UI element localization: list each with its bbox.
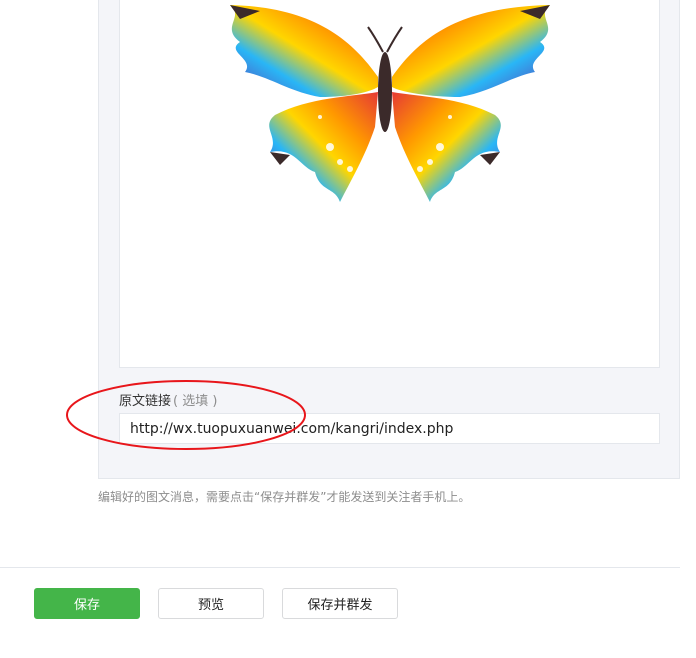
preview-button[interactable]: 预览: [158, 588, 264, 619]
source-link-input[interactable]: [119, 413, 660, 444]
butterfly-image: [230, 5, 550, 202]
source-link-label: 原文链接( 选填 ): [119, 390, 217, 409]
save-button[interactable]: 保存: [34, 588, 140, 619]
optional-hint: ( 选填 ): [173, 394, 218, 409]
hint-text: 编辑好的图文消息，需要点击“保存并群发”才能发送到关注者手机上。: [98, 490, 471, 504]
divider: [0, 567, 680, 568]
source-link-label-text: 原文链接: [119, 394, 172, 409]
save-and-send-button[interactable]: 保存并群发: [282, 588, 398, 619]
cover-image-area: [119, 0, 660, 368]
